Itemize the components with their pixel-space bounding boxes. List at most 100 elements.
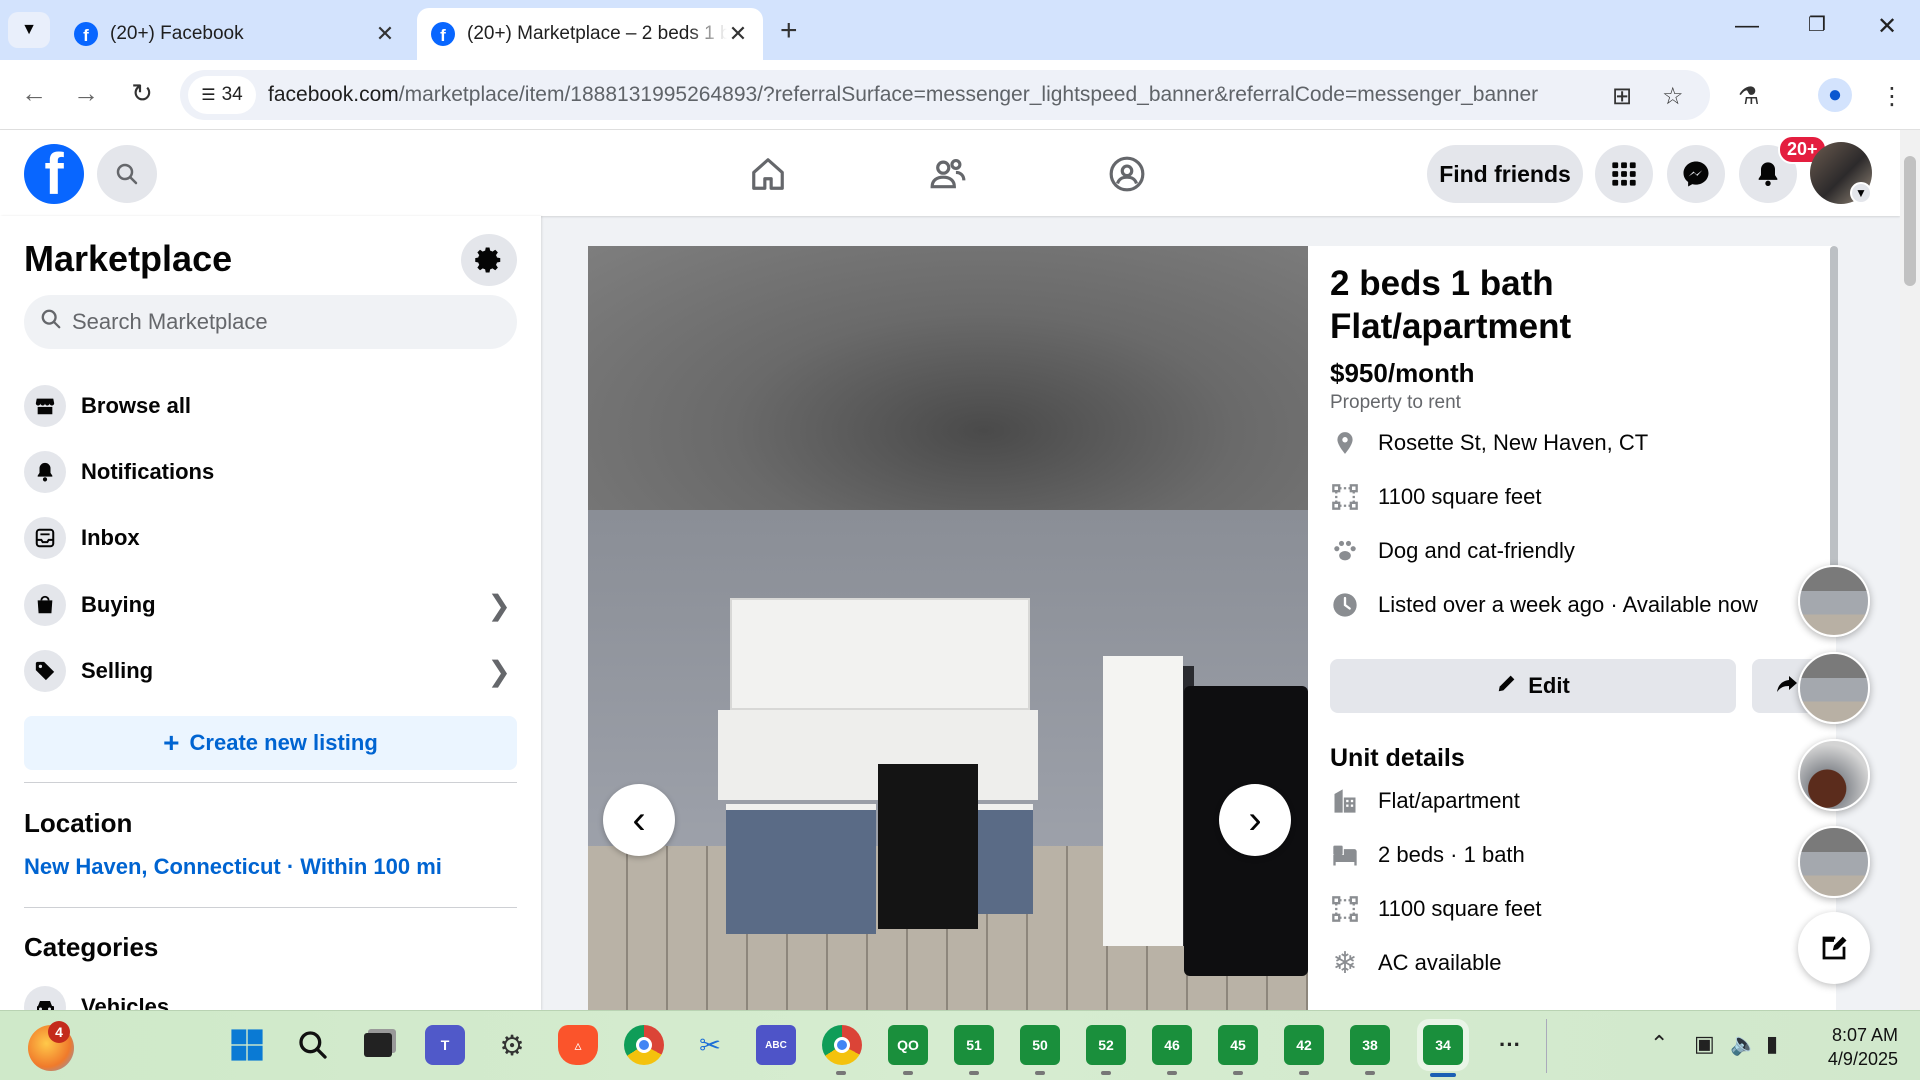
battery-icon[interactable]: ▮ (1766, 1031, 1778, 1057)
taskbar-app-42[interactable]: 42 (1284, 1025, 1324, 1065)
chat-head-avatar[interactable] (1798, 739, 1870, 811)
photo-door (1103, 656, 1183, 946)
volume-icon[interactable]: 🔈 (1730, 1031, 1757, 1057)
running-indicator (836, 1071, 846, 1075)
install-app-icon[interactable]: ⊞ (1612, 82, 1632, 111)
site-info-button[interactable]: ☰ 34 (188, 76, 256, 114)
chevron-right-icon: › (1248, 797, 1262, 842)
listing-photo[interactable]: ‹ › (588, 246, 1308, 1010)
chat-head-avatar[interactable] (1798, 565, 1870, 637)
green-app-icon[interactable]: QO (888, 1025, 928, 1065)
restore-icon[interactable]: ❐ (1797, 12, 1837, 37)
back-icon[interactable]: ← (16, 78, 52, 109)
unit-detail-text: 2 beds · 1 bath (1378, 842, 1525, 867)
profile-icon[interactable]: ● (1818, 78, 1852, 112)
close-tab-icon[interactable]: ✕ (727, 21, 749, 47)
photo-upper-cabinets (730, 598, 1030, 710)
chat-head-avatar[interactable] (1798, 826, 1870, 898)
chevron-up-icon[interactable]: ⌃ (1650, 1031, 1668, 1057)
menu-button[interactable] (1595, 145, 1653, 203)
square-feet-icon (1330, 482, 1360, 512)
url-text[interactable]: facebook.com/marketplace/item/1888131995… (268, 83, 1538, 107)
window-close-icon[interactable]: ✕ (1867, 12, 1907, 41)
windows-start-icon[interactable] (227, 1025, 267, 1065)
taskbar-search-icon[interactable] (293, 1025, 333, 1065)
reload-icon[interactable]: ↻ (124, 78, 160, 109)
messenger-icon (1683, 161, 1709, 187)
taskbar-app-50[interactable]: 50 (1020, 1025, 1060, 1065)
facebook-logo-icon[interactable]: f (24, 144, 84, 204)
search-marketplace-input[interactable]: Search Marketplace (24, 295, 517, 349)
sidebar-item-inbox[interactable]: Inbox (24, 511, 517, 565)
category-item-vehicles[interactable]: Vehicles (24, 980, 517, 1010)
running-indicator (1035, 1071, 1045, 1075)
teams-icon[interactable]: T (425, 1025, 465, 1065)
create-new-listing-button[interactable]: + Create new listing (24, 716, 517, 770)
messenger-button[interactable] (1667, 145, 1725, 203)
address-bar[interactable]: ☰ 34 facebook.com/marketplace/item/18881… (180, 70, 1710, 120)
close-tab-icon[interactable]: ✕ (374, 21, 396, 47)
facebook-favicon-icon: f (74, 22, 98, 46)
location-link[interactable]: New Haven, Connecticut · Within 100 mi (24, 854, 442, 880)
new-tab-icon[interactable]: + (780, 14, 798, 48)
taskbar-app-51[interactable]: 51 (954, 1025, 994, 1065)
next-photo-button[interactable]: › (1219, 784, 1291, 856)
edit-listing-button[interactable]: Edit (1330, 659, 1736, 713)
task-view-icon[interactable] (358, 1025, 398, 1065)
taskbar-app-52[interactable]: 52 (1086, 1025, 1126, 1065)
building-icon (1330, 786, 1360, 816)
friends-nav-icon[interactable] (928, 154, 968, 194)
sidebar-item-label: Browse all (81, 393, 192, 418)
facebook-favicon-icon: f (431, 22, 455, 46)
tab-search-button[interactable]: ▼ (8, 12, 50, 48)
clock-date: 4/9/2025 (1827, 1049, 1898, 1069)
unit-detail-row: ❄ AC available (1330, 947, 1501, 980)
chevron-right-icon: ❯ (487, 655, 511, 687)
chat-head-avatar[interactable] (1798, 652, 1870, 724)
taskbar-app-34-active[interactable]: 34 (1417, 1019, 1469, 1071)
bell-icon (24, 451, 66, 493)
new-message-button[interactable] (1798, 912, 1870, 984)
brave-browser-icon[interactable]: ▵ (558, 1025, 598, 1065)
browser-tab[interactable]: f (20+) Facebook ✕ (60, 8, 410, 60)
bookmark-star-icon[interactable]: ☆ (1662, 82, 1684, 111)
home-nav-icon[interactable] (748, 154, 788, 194)
price-tag-icon (24, 650, 66, 692)
fact-text[interactable]: Rosette St, New Haven, CT (1378, 430, 1648, 456)
abc-proxy-icon[interactable]: ABC (756, 1025, 796, 1065)
previous-photo-button[interactable]: ‹ (603, 784, 675, 856)
chrome-icon[interactable] (624, 1025, 664, 1065)
system-clock[interactable]: 8:07 AM 4/9/2025 (1808, 1023, 1898, 1071)
find-friends-button[interactable]: Find friends (1427, 145, 1583, 203)
snipping-tool-icon[interactable]: ✂ (690, 1025, 730, 1065)
tune-icon: ☰ (201, 87, 216, 104)
browser-tab-active[interactable]: f (20+) Marketplace – 2 beds 1 bath Flat… (417, 8, 763, 60)
sidebar-item-buying[interactable]: Buying ❯ (24, 578, 517, 632)
labs-flask-icon[interactable]: ⚗ (1738, 82, 1760, 111)
sidebar-item-browse-all[interactable]: Browse all (24, 379, 517, 433)
chrome-profile-icon[interactable] (822, 1025, 862, 1065)
photo-ceiling (588, 246, 1308, 510)
user-accounts-app-icon[interactable]: ⚙ (492, 1025, 532, 1065)
taskbar-app-45[interactable]: 45 (1218, 1025, 1258, 1065)
search-button[interactable] (97, 145, 157, 203)
paw-icon (1330, 536, 1360, 566)
groups-nav-icon[interactable] (1107, 154, 1147, 194)
forward-icon[interactable]: → (68, 78, 104, 109)
page-scrollbar[interactable] (1900, 130, 1920, 1010)
more-vert-icon[interactable]: ⋮ (1880, 82, 1904, 111)
sidebar-item-selling[interactable]: Selling ❯ (24, 644, 517, 698)
more-apps-button[interactable]: ··· (1490, 1025, 1530, 1065)
shopping-bag-icon (24, 584, 66, 626)
settings-button[interactable] (461, 234, 517, 286)
network-icon[interactable]: ▣ (1694, 1031, 1715, 1057)
minimize-icon[interactable]: — (1727, 12, 1767, 40)
sidebar-item-notifications[interactable]: Notifications (24, 445, 517, 499)
details-scrollbar[interactable] (1830, 246, 1838, 596)
categories-heading: Categories (24, 932, 159, 962)
chevron-down-icon[interactable]: ▼ (1850, 182, 1872, 204)
scrollbar-thumb[interactable] (1904, 156, 1916, 286)
taskbar-app-38[interactable]: 38 (1350, 1025, 1390, 1065)
active-app-indicator (1430, 1073, 1456, 1077)
taskbar-app-46[interactable]: 46 (1152, 1025, 1192, 1065)
